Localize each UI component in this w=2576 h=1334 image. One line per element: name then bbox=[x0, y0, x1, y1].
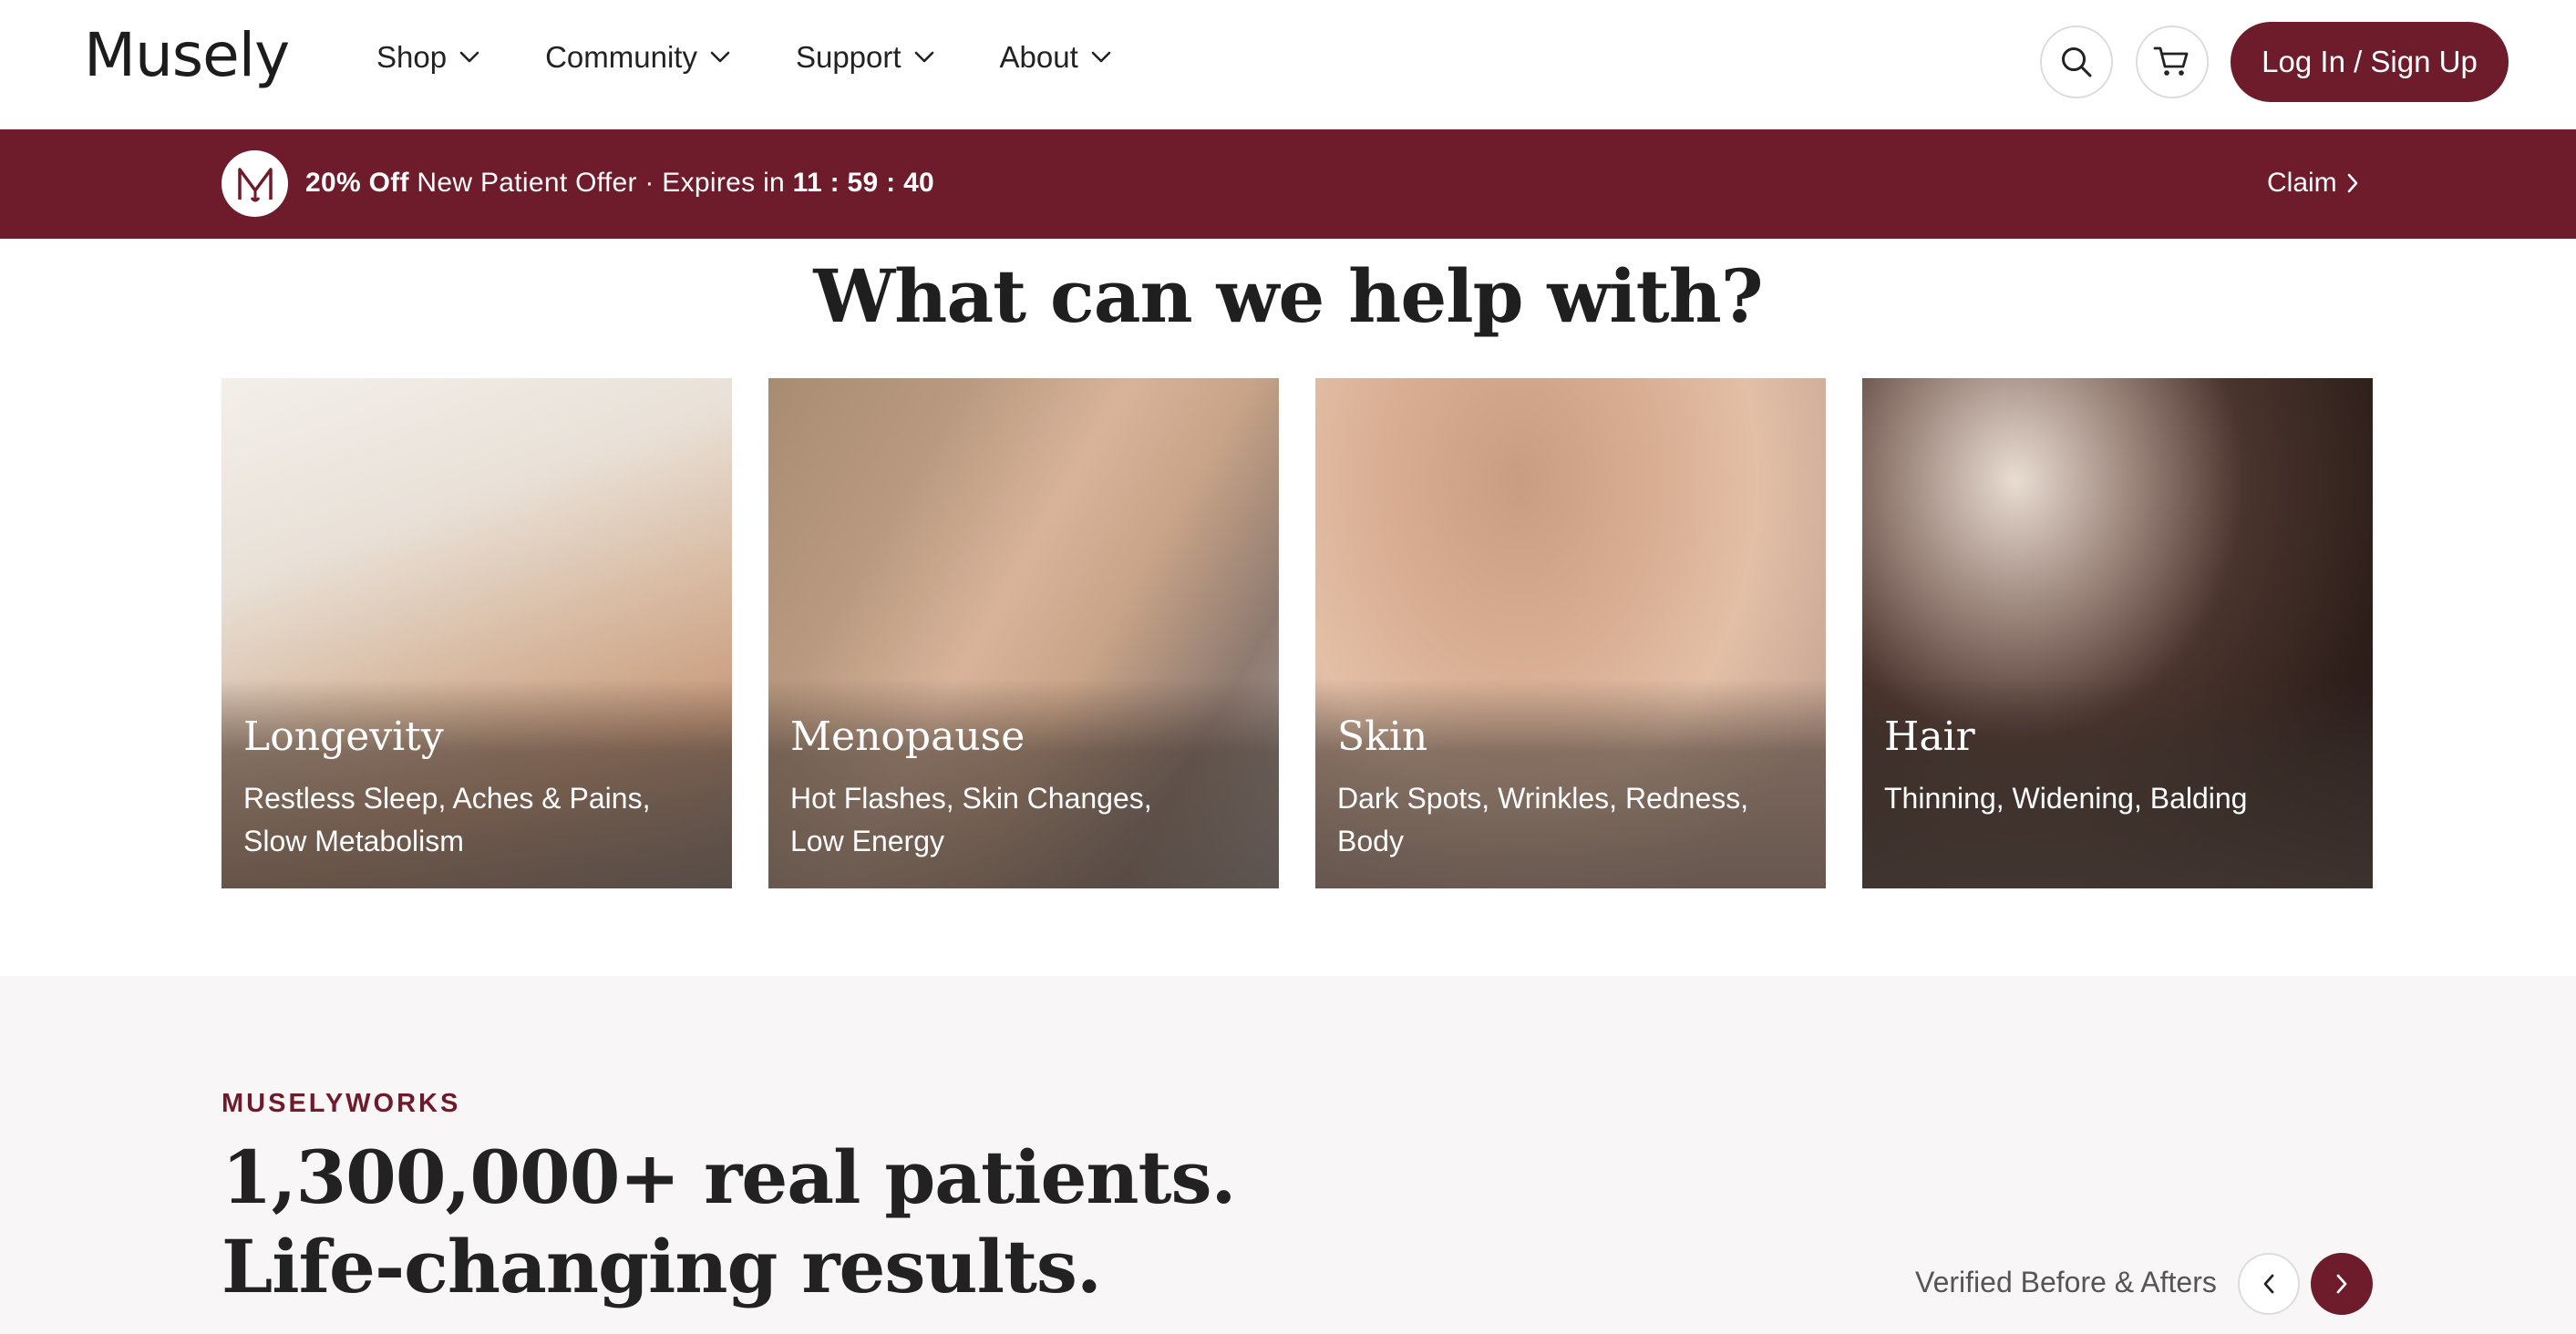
chevron-down-icon bbox=[459, 51, 479, 63]
main-nav: Shop Community Support About bbox=[376, 40, 1177, 75]
musely-logo[interactable]: Musely bbox=[84, 20, 290, 90]
claim-link[interactable]: Claim bbox=[2267, 168, 2359, 199]
results-headline: 1,300,000+ real patients. Life-changing … bbox=[222, 1133, 1236, 1311]
verified-label: Verified Before & Afters bbox=[1915, 1266, 2217, 1298]
login-signup-button[interactable]: Log In / Sign Up bbox=[2231, 22, 2509, 102]
promo-timer: 11 : 59 : 40 bbox=[792, 168, 935, 198]
results-section: MUSELYWORKS 1,300,000+ real patients. Li… bbox=[0, 976, 2576, 1334]
nav-support[interactable]: Support bbox=[796, 40, 934, 75]
nav-about-label: About bbox=[999, 40, 1078, 74]
nav-community-label: Community bbox=[545, 40, 697, 74]
card-title: Skin bbox=[1337, 713, 1428, 760]
claim-label: Claim bbox=[2267, 168, 2337, 198]
site-header: Musely Shop Community Support About Log … bbox=[0, 0, 2576, 129]
nav-about[interactable]: About bbox=[1000, 40, 1111, 75]
headline-line-2: Life-changing results. bbox=[222, 1224, 1102, 1309]
nav-shop[interactable]: Shop bbox=[376, 40, 479, 75]
category-card-longevity[interactable]: Longevity Restless Sleep, Aches & Pains,… bbox=[222, 378, 732, 888]
musely-monogram-icon bbox=[222, 150, 288, 217]
card-subtitle: Dark Spots, Wrinkles, Redness, Body bbox=[1337, 782, 1749, 857]
promo-text: 20% Off New Patient Offer · Expires in 1… bbox=[305, 168, 934, 199]
carousel-prev-button[interactable] bbox=[2238, 1253, 2300, 1315]
promo-banner: 20% Off New Patient Offer · Expires in 1… bbox=[0, 129, 2576, 239]
category-card-hair[interactable]: Hair Thinning, Widening, Balding bbox=[1862, 378, 2373, 888]
card-subtitle: Restless Sleep, Aches & Pains, Slow Meta… bbox=[243, 782, 651, 857]
cart-button[interactable] bbox=[2136, 26, 2209, 98]
nav-support-label: Support bbox=[795, 40, 902, 74]
category-card-menopause[interactable]: Menopause Hot Flashes, Skin Changes, Low… bbox=[768, 378, 1279, 888]
nav-shop-label: Shop bbox=[376, 40, 448, 74]
chevron-right-icon bbox=[2336, 1274, 2347, 1294]
section-eyebrow: MUSELYWORKS bbox=[222, 1089, 461, 1118]
promo-offer: New Patient Offer · Expires in bbox=[408, 168, 793, 198]
chevron-down-icon bbox=[914, 51, 933, 63]
card-subtitle: Thinning, Widening, Balding bbox=[1884, 782, 2248, 815]
chevron-left-icon bbox=[2263, 1274, 2274, 1294]
chevron-down-icon bbox=[1091, 51, 1111, 63]
search-icon bbox=[2062, 47, 2092, 77]
chevron-right-icon bbox=[2347, 173, 2357, 193]
help-section-title: What can we help with? bbox=[813, 253, 1763, 339]
card-title: Menopause bbox=[790, 713, 1025, 760]
card-title: Hair bbox=[1884, 713, 1975, 760]
search-button[interactable] bbox=[2040, 26, 2113, 98]
cart-icon bbox=[2153, 46, 2189, 76]
promo-discount: 20% Off bbox=[305, 168, 409, 198]
carousel-next-button[interactable] bbox=[2311, 1253, 2373, 1315]
chevron-down-icon bbox=[710, 51, 730, 63]
card-subtitle: Hot Flashes, Skin Changes, Low Energy bbox=[790, 782, 1152, 857]
card-title: Longevity bbox=[243, 713, 444, 760]
headline-line-1: 1,300,000+ real patients. bbox=[222, 1134, 1236, 1220]
nav-community[interactable]: Community bbox=[545, 40, 730, 75]
category-card-skin[interactable]: Skin Dark Spots, Wrinkles, Redness, Body bbox=[1315, 378, 1826, 888]
